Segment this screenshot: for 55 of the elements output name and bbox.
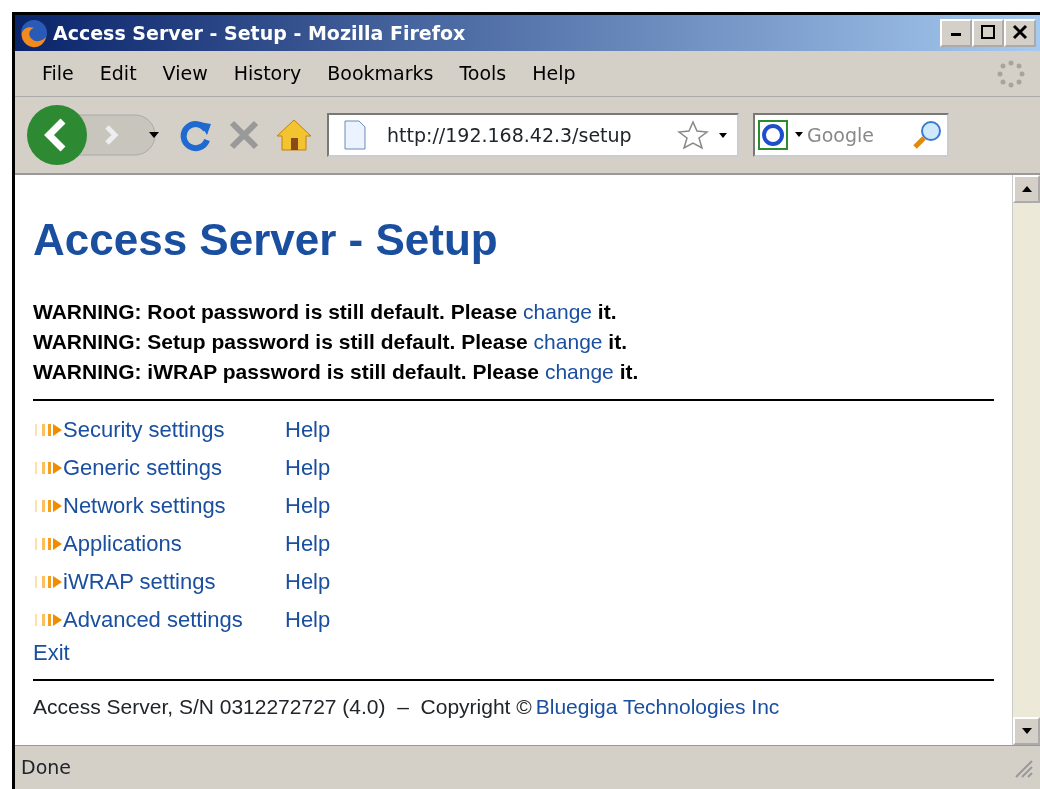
reload-icon[interactable] — [179, 118, 213, 152]
settings-link[interactable]: Security settings — [63, 411, 225, 449]
settings-link[interactable]: Network settings — [63, 487, 226, 525]
settings-link[interactable]: iWRAP settings — [63, 563, 216, 601]
window-title: Access Server - Setup - Mozilla Firefox — [53, 20, 466, 46]
status-text: Done — [21, 755, 71, 781]
menu-item[interactable]: Edit — [86, 59, 150, 88]
help-link[interactable]: Help — [285, 487, 331, 525]
bullet-arrow-icon — [33, 460, 63, 476]
menu-item[interactable]: History — [220, 59, 315, 88]
star-icon[interactable] — [677, 120, 709, 150]
settings-link[interactable]: Advanced settings — [63, 601, 243, 639]
help-link[interactable]: Help — [285, 411, 331, 449]
change-link[interactable]: change — [523, 300, 592, 323]
bullet-arrow-icon — [33, 574, 63, 590]
footer-text: Access Server, S/N 0312272727 (4.0) – Copyright © — [33, 694, 532, 720]
warning-text: WARNING: Setup password is still default. Please change it. — [33, 329, 628, 355]
throbber-icon — [996, 58, 1026, 89]
scroll-down-icon[interactable] — [1020, 727, 1033, 735]
menu-item[interactable]: View — [149, 59, 221, 88]
menu-item[interactable]: Bookmarks — [314, 59, 447, 88]
close-icon — [1012, 24, 1028, 40]
help-link[interactable]: Help — [285, 449, 331, 487]
help-link[interactable]: Help — [285, 563, 331, 601]
minimize-icon — [951, 33, 961, 36]
change-link[interactable]: change — [533, 330, 603, 353]
bullet-arrow-icon — [33, 498, 63, 514]
close-button[interactable] — [1004, 19, 1036, 47]
browser-logo-icon — [19, 18, 49, 48]
bullet-arrow-icon — [33, 536, 63, 552]
bullet-arrow-icon — [33, 422, 63, 438]
help-link[interactable]: Help — [285, 525, 331, 563]
dropdown-icon[interactable] — [717, 130, 729, 140]
warning-text: WARNING: Root password is still default. Please change it. — [33, 299, 618, 325]
search-icon[interactable] — [911, 119, 943, 151]
help-link[interactable]: Help — [285, 601, 331, 639]
home-icon[interactable] — [275, 118, 313, 152]
scrollbar[interactable] — [1012, 175, 1040, 745]
settings-link[interactable]: Applications — [63, 525, 182, 563]
menu-item[interactable]: Tools — [446, 59, 520, 88]
menu-item[interactable]: File — [29, 59, 87, 88]
exit-link[interactable]: Exit — [33, 639, 70, 667]
maximize-icon — [980, 24, 996, 40]
bullet-arrow-icon — [33, 612, 63, 628]
settings-link[interactable]: Generic settings — [63, 449, 222, 487]
maximize-button[interactable] — [972, 19, 1004, 47]
change-link[interactable]: change — [544, 360, 614, 383]
company-link[interactable]: Bluegiga Technologies Inc — [535, 691, 780, 723]
warning-text: WARNING: iWRAP password is still default. Please change it. — [33, 359, 640, 385]
menu-item[interactable]: Help — [519, 59, 589, 88]
search-field[interactable]: Google — [753, 113, 949, 157]
address-bar[interactable]: http://192.168.42.3/setup — [327, 113, 739, 157]
page-heading: Access Server - Setup — [33, 214, 499, 266]
minimize-button[interactable] — [940, 19, 972, 47]
scroll-up-icon[interactable] — [1020, 185, 1033, 193]
